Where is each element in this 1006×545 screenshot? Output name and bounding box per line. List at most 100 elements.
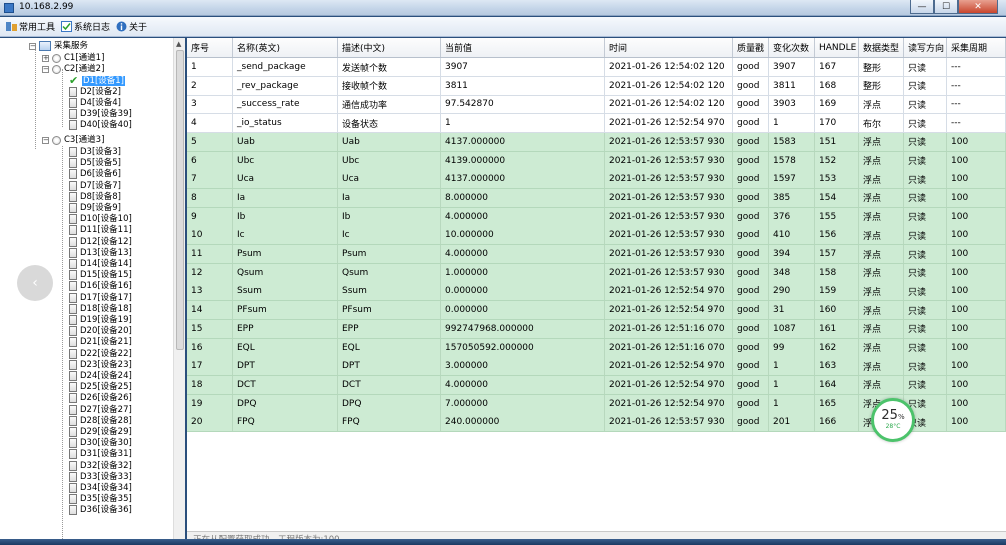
tree-device-item[interactable]: D40[设备40] [69, 120, 132, 130]
table-row[interactable]: 4 _io_status 设备状态 1 2021-01-26 12:52:54 970 g… [187, 114, 1006, 134]
tree-device-item[interactable]: D31[设备31] [69, 449, 132, 460]
tree-device-item[interactable]: D30[设备30] [69, 438, 132, 449]
tree-device-item[interactable]: D25[设备25] [69, 382, 132, 393]
table-row[interactable]: 2 _rev_package 接收帧个数 3811 2021-01-26 12:54:0… [187, 76, 1006, 96]
table-row[interactable]: 11 Psum Psum 4.000000 2021-01-26 12:53:57 93… [187, 245, 1006, 264]
tree-device-item[interactable]: D15[设备15] [69, 270, 132, 281]
tree-device-item[interactable]: D32[设备32] [69, 460, 132, 471]
tree-device-item[interactable]: D21[设备21] [69, 337, 132, 348]
tree-device-item[interactable]: D20[设备20] [69, 326, 132, 337]
column-header[interactable]: 当前值 [441, 38, 605, 57]
tree-device-item[interactable]: D29[设备29] [69, 427, 132, 437]
system-log-button[interactable]: 系统日志 [61, 20, 110, 33]
table-cell: DCT [338, 375, 441, 394]
table-row[interactable]: 13 Ssum Ssum 0.000000 2021-01-26 12:52:54 97… [187, 282, 1006, 302]
table-cell: 2021-01-26 12:52:54 970 [605, 301, 733, 320]
tree-device-item[interactable]: D24[设备24] [69, 371, 132, 381]
device-icon [69, 98, 77, 108]
table-row[interactable]: 18 DCT DCT 4.000000 2021-01-26 12:52:54 970 g… [187, 375, 1006, 395]
scroll-up-icon[interactable]: ▲ [176, 40, 181, 48]
table-row[interactable]: 1 _send_package 发送帧个数 3907 2021-01-26 12:54:… [187, 58, 1006, 77]
table-row[interactable]: 5 Uab Uab 4137.000000 2021-01-26 12:53:57 93… [187, 132, 1006, 152]
table-row[interactable]: 9 Ib Ib 4.000000 2021-01-26 12:53:57 930 good… [187, 207, 1006, 227]
table-row[interactable]: 15 EPP EPP 992747968.000000 2021-01-26 12:51… [187, 319, 1006, 339]
table-header[interactable]: 序号 名称(英文) 描述(中文) 当前值 时间 质量戳 变化次数 HANDLE 数据类型 读写方向… [187, 38, 1006, 58]
tree-device-item[interactable]: D35[设备35] [69, 494, 132, 505]
table-row[interactable]: 12 Qsum Qsum 1.000000 2021-01-26 12:53:57 93… [187, 263, 1006, 283]
collapse-icon[interactable]: − [42, 65, 49, 73]
tree-device-item[interactable]: D34[设备34] [69, 483, 132, 493]
common-tools-button[interactable]: 常用工具 [6, 20, 55, 33]
back-nav-icon[interactable]: ‹ [17, 265, 53, 301]
tree-device-item[interactable]: D18[设备18] [69, 303, 132, 314]
table-row[interactable]: 10 Ic Ic 10.000000 2021-01-26 12:53:57 930 go… [187, 226, 1006, 246]
cpu-usage-widget[interactable]: 25% 28°C [871, 398, 915, 442]
tree-device-item[interactable]: D4[设备4] [69, 98, 121, 108]
tree-device-item[interactable]: D6[设备6] [69, 169, 121, 180]
column-header[interactable]: 名称(英文) [233, 38, 338, 57]
table-cell: Psum [338, 245, 441, 263]
tree-device-item[interactable]: D2[设备2] [69, 87, 121, 97]
device-icon [69, 247, 77, 258]
tree-device-item[interactable]: D28[设备28] [69, 415, 132, 426]
table-row[interactable]: 7 Uca Uca 4137.000000 2021-01-26 12:53:57 93… [187, 170, 1006, 190]
tree-device-item[interactable]: ✔ D1[设备1] [69, 75, 125, 86]
column-header[interactable]: 时间 [605, 38, 733, 57]
tree-channel-c2[interactable]: − C2[通道2] [42, 64, 104, 74]
tree-device-item[interactable]: D16[设备16] [69, 281, 132, 292]
table-cell: 4 [187, 114, 233, 133]
column-header[interactable]: 数据类型 [859, 38, 904, 57]
collapse-icon[interactable]: − [29, 42, 36, 50]
column-header[interactable]: 质量戳 [733, 38, 769, 57]
expand-icon[interactable]: + [42, 54, 49, 62]
tree-device-item[interactable]: D14[设备14] [69, 259, 132, 269]
tree-device-item[interactable]: D36[设备36] [69, 505, 132, 516]
column-header[interactable]: 读写方向 [904, 38, 947, 57]
tree-root[interactable]: − 采集服务 [29, 41, 88, 51]
tree-device-item[interactable]: D8[设备8] [69, 191, 121, 202]
tree-device-item[interactable]: D9[设备9] [69, 203, 121, 213]
table-row[interactable]: 14 PFsum PFsum 0.000000 2021-01-26 12:52:54 … [187, 301, 1006, 321]
table-row[interactable]: 3 _success_rate 通信成功率 97.542870 2021-01-26 1… [187, 95, 1006, 115]
tree-device-item[interactable]: D12[设备12] [69, 236, 132, 247]
tree-device-item[interactable]: D17[设备17] [69, 292, 132, 303]
table-cell: 13 [187, 282, 233, 301]
column-header[interactable]: HANDLE [815, 38, 859, 57]
tree-device-item[interactable]: D10[设备10] [69, 214, 132, 225]
table-cell: 100 [947, 226, 1006, 245]
tree-device-item[interactable]: D5[设备5] [69, 158, 121, 169]
tree-device-item[interactable]: D39[设备39] [69, 109, 132, 119]
scroll-thumb[interactable] [176, 50, 184, 350]
minimize-button[interactable]: — [910, 0, 934, 14]
maximize-button[interactable]: ☐ [934, 0, 958, 14]
column-header[interactable]: 变化次数 [769, 38, 815, 57]
tree-device-item[interactable]: D13[设备13] [69, 247, 132, 258]
tree-device-item[interactable]: D27[设备27] [69, 404, 132, 415]
data-table: 序号 名称(英文) 描述(中文) 当前值 时间 质量戳 变化次数 HANDLE 数据类型 读写方向… [187, 38, 1006, 545]
column-header[interactable]: 序号 [187, 38, 233, 57]
tree-device-item[interactable]: D3[设备3] [69, 147, 121, 157]
table-cell: 2021-01-26 12:53:57 930 [605, 151, 733, 170]
tree-device-item[interactable]: D19[设备19] [69, 315, 132, 325]
tree-device-item[interactable]: D7[设备7] [69, 180, 121, 191]
tree-device-item[interactable]: D11[设备11] [69, 225, 132, 236]
device-label: D5[设备5] [80, 158, 121, 169]
collapse-icon[interactable]: − [42, 136, 49, 144]
column-header[interactable]: 采集周期 [947, 38, 1006, 57]
tree-device-item[interactable]: D22[设备22] [69, 348, 132, 359]
tree-scrollbar[interactable]: ▲ [173, 38, 185, 545]
table-cell: 348 [769, 263, 815, 282]
tree-channel-c3[interactable]: − C3[通道3] [42, 135, 104, 145]
table-row[interactable]: 17 DPT DPT 3.000000 2021-01-26 12:52:54 970 g… [187, 357, 1006, 377]
tree-device-item[interactable]: D23[设备23] [69, 359, 132, 370]
tree-channel-c1[interactable]: + C1[通道1] [42, 53, 104, 63]
tree-device-item[interactable]: D26[设备26] [69, 393, 132, 404]
table-row[interactable]: 6 Ubc Ubc 4139.000000 2021-01-26 12:53:57 93… [187, 151, 1006, 171]
table-row[interactable]: 16 EQL EQL 157050592.000000 2021-01-26 12:51… [187, 338, 1006, 358]
close-button[interactable]: ✕ [958, 0, 998, 14]
column-header[interactable]: 描述(中文) [338, 38, 441, 57]
about-button[interactable]: 关于 [116, 20, 147, 33]
table-row[interactable]: 8 Ia Ia 8.000000 2021-01-26 12:53:57 930 good… [187, 188, 1006, 208]
table-cell: 3903 [769, 95, 815, 114]
tree-device-item[interactable]: D33[设备33] [69, 471, 132, 482]
